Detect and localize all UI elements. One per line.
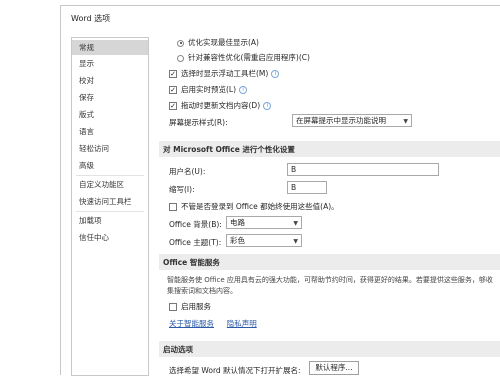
chevron-down-icon: ▼ bbox=[293, 238, 298, 245]
check-enable-services[interactable]: 启用服务 bbox=[169, 301, 211, 312]
sidebar-item-typography[interactable]: 版式 bbox=[72, 107, 148, 122]
intelligent-links: 关于智能服务 隐私声明 bbox=[169, 318, 257, 329]
office-background-label: Office 背景(B): bbox=[169, 220, 222, 229]
checkbox-checked-icon: ✓ bbox=[169, 86, 177, 94]
sidebar-divider bbox=[76, 175, 144, 176]
intelligent-services-description: 智能服务使 Office 应用具有云的强大功能，可帮助节约时间，获得更好的结果。… bbox=[167, 276, 493, 295]
about-intelligent-services-link[interactable]: 关于智能服务 bbox=[169, 319, 214, 328]
default-programs-button[interactable]: 默认程序... bbox=[309, 361, 359, 375]
office-background-value: 电路 bbox=[230, 218, 245, 227]
office-theme-select[interactable]: 彩色 ▼ bbox=[226, 234, 302, 247]
screentip-style-label: 屏幕提示样式(R): bbox=[169, 118, 228, 127]
radio-optimize-display-label: 优化实现最佳显示(A) bbox=[188, 38, 259, 47]
office-background-select[interactable]: 电路 ▼ bbox=[226, 216, 302, 229]
section-header-intelligent-services: Office 智能服务 bbox=[159, 254, 500, 270]
check-enable-services-label: 启用服务 bbox=[181, 302, 211, 311]
radio-unselected-icon bbox=[177, 54, 184, 62]
title-bar: Word 选项 bbox=[61, 6, 500, 30]
sidebar-item-add-ins[interactable]: 加载项 bbox=[72, 213, 148, 228]
check-update-drag-label: 拖动时更新文档内容(D) bbox=[181, 101, 261, 110]
section-title-startup: 启动选项 bbox=[163, 345, 193, 354]
check-mini-toolbar-label: 选择时显示浮动工具栏(M) bbox=[181, 69, 269, 78]
section-title-intelligent-services: Office 智能服务 bbox=[163, 258, 220, 267]
sidebar: 常规 显示 校对 保存 版式 语言 轻松访问 高级 自定义功能区 快速访问工具栏… bbox=[71, 37, 149, 376]
sidebar-item-proofing[interactable]: 校对 bbox=[72, 73, 148, 88]
chevron-down-icon: ▼ bbox=[293, 220, 298, 227]
sidebar-item-general[interactable]: 常规 bbox=[72, 40, 148, 55]
username-input[interactable]: B bbox=[287, 163, 439, 176]
checkbox-unchecked-icon bbox=[169, 303, 177, 311]
checkbox-checked-icon: ✓ bbox=[169, 70, 177, 78]
username-label: 用户名(U): bbox=[169, 167, 206, 176]
sidebar-item-accessibility[interactable]: 轻松访问 bbox=[72, 141, 148, 156]
sidebar-item-save[interactable]: 保存 bbox=[72, 90, 148, 105]
sidebar-item-customize-ribbon[interactable]: 自定义功能区 bbox=[72, 177, 148, 192]
office-theme-label: Office 主题(T): bbox=[169, 238, 222, 247]
section-header-personalize: 对 Microsoft Office 进行个性化设置 bbox=[159, 141, 500, 157]
info-icon[interactable]: i bbox=[263, 102, 272, 110]
check-always-use-values-label: 不管是否登录到 Office 都始终使用这些值(A)。 bbox=[181, 202, 339, 211]
sidebar-item-quick-access-toolbar[interactable]: 快速访问工具栏 bbox=[72, 194, 148, 209]
check-mini-toolbar[interactable]: ✓ 选择时显示浮动工具栏(M) i bbox=[169, 68, 280, 79]
check-live-preview[interactable]: ✓ 启用实时预览(L) i bbox=[169, 84, 248, 95]
radio-selected-icon bbox=[177, 39, 184, 47]
section-title-personalize: 对 Microsoft Office 进行个性化设置 bbox=[163, 145, 295, 154]
chevron-down-icon: ▼ bbox=[403, 118, 408, 125]
check-live-preview-label: 启用实时预览(L) bbox=[181, 85, 237, 94]
options-content: 优化实现最佳显示(A) 针对兼容性优化(需重启应用程序)(C) ✓ 选择时显示浮动… bbox=[159, 30, 500, 376]
default-extension-label: 选择希望 Word 默认情况下打开扩展名: bbox=[169, 366, 301, 375]
dialog-title: Word 选项 bbox=[71, 14, 111, 23]
info-icon[interactable]: i bbox=[239, 86, 248, 94]
check-always-use-values[interactable]: 不管是否登录到 Office 都始终使用这些值(A)。 bbox=[169, 201, 339, 212]
check-update-drag[interactable]: ✓ 拖动时更新文档内容(D) i bbox=[169, 100, 272, 111]
radio-optimize-compat-label: 针对兼容性优化(需重启应用程序)(C) bbox=[188, 53, 310, 62]
radio-optimize-display[interactable]: 优化实现最佳显示(A) bbox=[177, 37, 259, 48]
initials-label: 缩写(I): bbox=[169, 185, 195, 194]
checkbox-unchecked-icon bbox=[169, 203, 177, 211]
screentip-style-value: 在屏幕提示中显示功能说明 bbox=[296, 116, 386, 125]
sidebar-item-language[interactable]: 语言 bbox=[72, 124, 148, 139]
checkbox-checked-icon: ✓ bbox=[169, 102, 177, 110]
sidebar-divider bbox=[76, 211, 144, 212]
word-options-dialog: Word 选项 常规 显示 校对 保存 版式 语言 轻松访问 高级 自定义功能区… bbox=[60, 5, 500, 376]
info-icon[interactable]: i bbox=[271, 70, 280, 78]
sidebar-item-display[interactable]: 显示 bbox=[72, 56, 148, 71]
privacy-statement-link[interactable]: 隐私声明 bbox=[227, 319, 257, 328]
sidebar-item-advanced[interactable]: 高级 bbox=[72, 158, 148, 173]
office-theme-value: 彩色 bbox=[230, 236, 245, 245]
radio-optimize-compat[interactable]: 针对兼容性优化(需重启应用程序)(C) bbox=[177, 52, 310, 63]
initials-input[interactable]: B bbox=[287, 181, 327, 194]
section-header-startup: 启动选项 bbox=[159, 341, 500, 357]
sidebar-item-trust-center[interactable]: 信任中心 bbox=[72, 230, 148, 245]
screentip-style-select[interactable]: 在屏幕提示中显示功能说明 ▼ bbox=[292, 114, 412, 127]
